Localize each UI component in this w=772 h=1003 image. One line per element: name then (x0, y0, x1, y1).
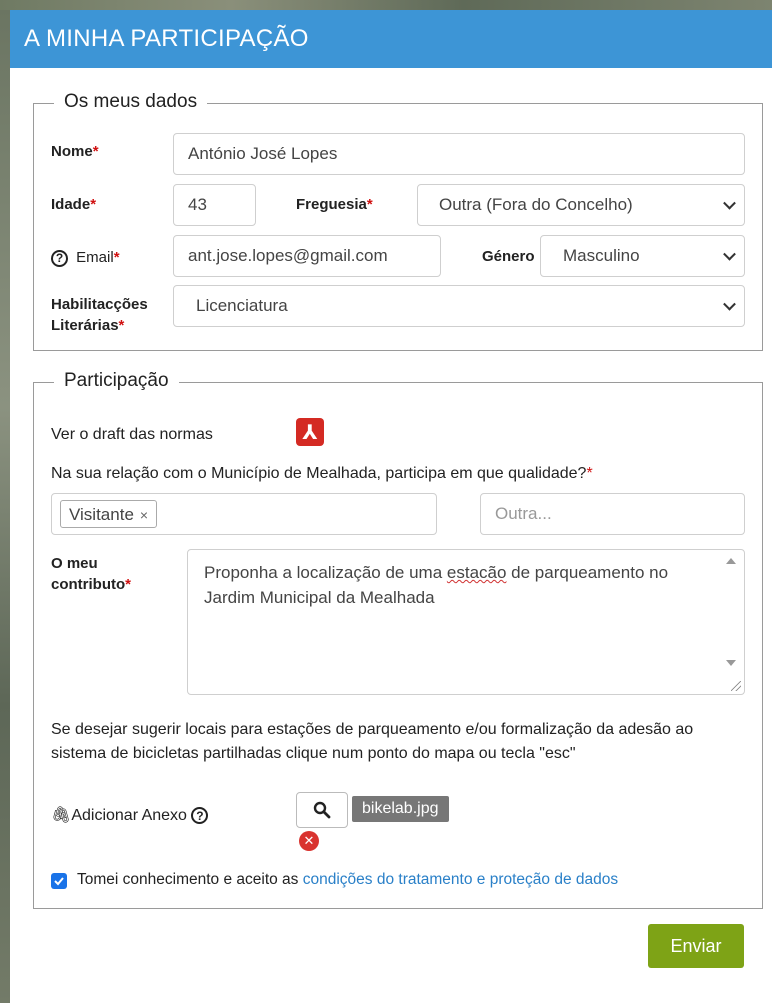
name-label: Nome* (51, 143, 99, 160)
modal-header: A MINHA PARTICIPAÇÃO (10, 10, 772, 68)
pdf-icon[interactable]: ⅄ (296, 418, 324, 446)
participation-legend: Participação (54, 370, 179, 392)
email-input[interactable]: ant.jose.lopes@gmail.com (173, 235, 441, 277)
paperclip-icon: 🖇 (51, 807, 72, 824)
map-background-left[interactable] (0, 10, 10, 1003)
draft-label: Ver o draft das normas (51, 426, 213, 443)
education-select[interactable]: Licenciatura (173, 285, 745, 327)
browse-file-button[interactable] (296, 792, 348, 828)
gender-select[interactable]: Masculino (540, 235, 745, 277)
scroll-up-icon[interactable] (726, 558, 736, 564)
my-data-fieldset: Os meus dados Nome* António José Lopes I… (33, 91, 763, 351)
help-icon[interactable]: ? (51, 249, 68, 267)
remove-attachment-icon[interactable]: ✕ (299, 831, 319, 851)
name-input[interactable]: António José Lopes (173, 133, 745, 175)
age-label: Idade* (51, 196, 97, 213)
attachment-label: 🖇Adicionar Anexo ? (51, 805, 209, 827)
scroll-down-icon[interactable] (726, 660, 736, 666)
contribution-label: O meu contributo* (51, 555, 131, 593)
gender-label: Género (482, 248, 535, 265)
check-icon (54, 877, 64, 886)
email-label: ? Email* (51, 247, 120, 268)
role-tag: Visitante × (60, 500, 158, 528)
search-icon (313, 801, 331, 819)
parish-label: Freguesia* (296, 196, 373, 213)
my-data-legend: Os meus dados (54, 91, 208, 113)
age-input[interactable]: 43 (173, 184, 256, 226)
consent-link[interactable]: condições do tratamento e proteção de da… (303, 871, 618, 888)
contribution-textarea[interactable]: Proponha a localização de uma estacão de… (187, 549, 745, 695)
parish-select[interactable]: Outra (Fora do Concelho) (417, 184, 745, 226)
modal-title: A MINHA PARTICIPAÇÃO (24, 25, 309, 52)
map-instructions: Se desejar sugerir locais para estações … (51, 721, 694, 762)
tag-remove-icon[interactable]: × (140, 507, 148, 523)
participation-fieldset: Participação Ver o draft das normas ⅄ Na… (33, 370, 763, 909)
attachment-help-icon[interactable]: ? (191, 807, 209, 825)
education-label: Habilitacções Literárias* (51, 296, 148, 334)
resize-grip-icon[interactable] (731, 681, 741, 691)
participation-modal: A MINHA PARTICIPAÇÃO Os meus dados Nome*… (10, 10, 772, 1003)
consent-text: Tomei conhecimento e aceito as condições… (77, 871, 619, 888)
submit-button[interactable]: Enviar (648, 924, 744, 968)
other-role-input[interactable]: Outra... (480, 493, 745, 535)
role-question: Na sua relação com o Município de Mealha… (51, 465, 593, 482)
role-multiselect[interactable]: Visitante × (51, 493, 437, 535)
consent-checkbox[interactable] (51, 873, 67, 889)
attached-file-name: bikelab.jpg (352, 796, 449, 822)
map-background-top[interactable] (0, 0, 772, 10)
